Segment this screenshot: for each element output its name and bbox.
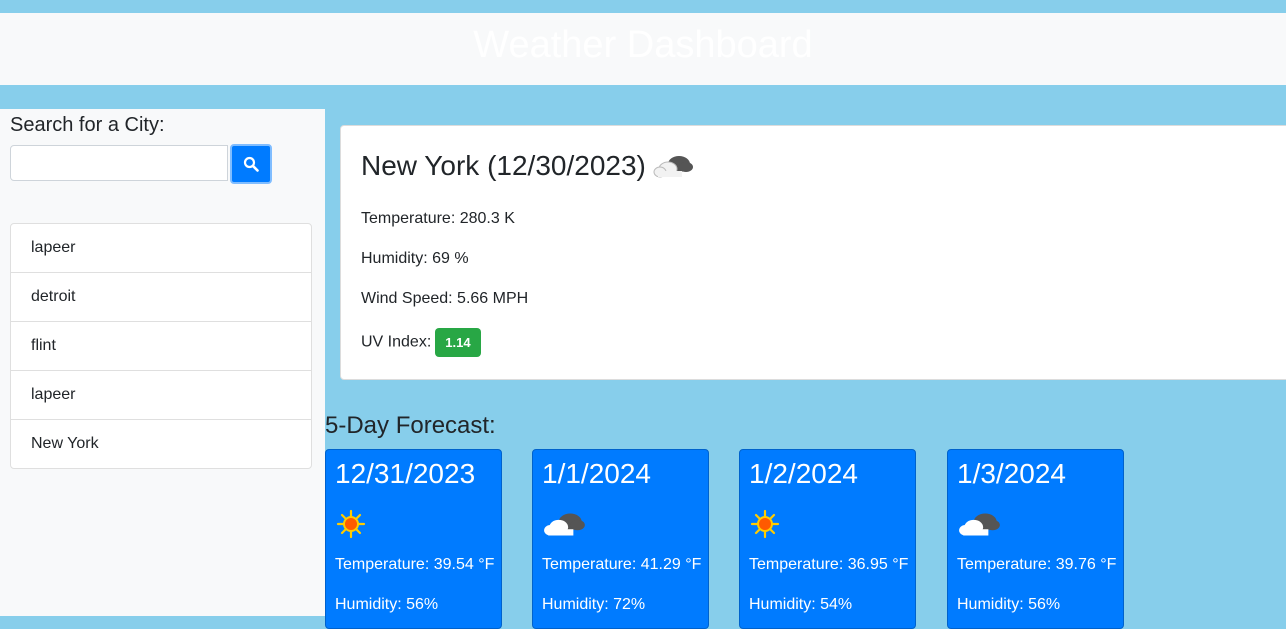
forecast-card: 1/1/2024 Temperature: 41.29 °F Humidity:… <box>532 449 709 629</box>
cloud-icon <box>959 513 1000 536</box>
current-temperature: Temperature: 280.3 K <box>361 210 515 227</box>
sidebar: Search for a City: lapeer detroit flint … <box>0 109 325 616</box>
history-item[interactable]: lapeer <box>11 224 311 273</box>
forecast-date: 12/31/2023 <box>335 458 476 489</box>
search-label: Search for a City: <box>10 114 165 136</box>
forecast-icon-wrap <box>335 508 367 545</box>
current-wind-speed: Wind Speed: 5.66 MPH <box>361 290 529 307</box>
forecast-humidity: Humidity: 54% <box>749 596 853 613</box>
forecast-icon-wrap <box>957 508 1003 545</box>
history-item[interactable]: flint <box>11 322 311 371</box>
cloud-icon <box>653 156 693 178</box>
forecast-card: 12/31/2023 Temperature: 39.54 °F Humidit… <box>325 449 502 629</box>
forecast-humidity: Humidity: 56% <box>335 596 439 613</box>
cloud-icon <box>544 513 585 536</box>
history-item[interactable]: detroit <box>11 273 311 322</box>
current-humidity: Humidity: 69 % <box>361 250 469 267</box>
search-history-list: lapeer detroit flint lapeer New York <box>10 223 312 469</box>
current-city-heading: New York (12/30/2023) <box>361 150 696 182</box>
forecast-date: 1/1/2024 <box>542 458 651 489</box>
forecast-card: 1/3/2024 Temperature: 39.76 °F Humidity:… <box>947 449 1124 629</box>
current-weather-card: New York (12/30/2023) Temperature: 280.3… <box>340 125 1286 380</box>
forecast-date: 1/2/2024 <box>749 458 858 489</box>
forecast-icon-wrap <box>749 508 781 545</box>
forecast-humidity: Humidity: 56% <box>957 596 1061 613</box>
forecast-date: 1/3/2024 <box>957 458 1066 489</box>
search-button[interactable] <box>230 144 272 184</box>
forecast-title: 5-Day Forecast: <box>325 412 496 439</box>
forecast-humidity: Humidity: 72% <box>542 596 646 613</box>
sun-icon <box>750 509 780 539</box>
page-title: Weather Dashboard <box>473 24 813 66</box>
history-item[interactable]: New York <box>11 420 311 468</box>
search-icon <box>243 156 259 172</box>
history-item[interactable]: lapeer <box>11 371 311 420</box>
header-bar: Weather Dashboard <box>0 13 1286 85</box>
forecast-temperature: Temperature: 41.29 °F <box>542 556 702 573</box>
forecast-icon-wrap <box>542 508 588 545</box>
search-input[interactable] <box>10 145 228 181</box>
current-uv-row: UV Index: 1.14 <box>361 328 481 357</box>
forecast-temperature: Temperature: 39.54 °F <box>335 556 495 573</box>
uv-index-badge: 1.14 <box>435 328 481 357</box>
sun-icon <box>336 509 366 539</box>
uv-index-label: UV Index: <box>361 333 432 351</box>
forecast-temperature: Temperature: 39.76 °F <box>957 556 1117 573</box>
forecast-card: 1/2/2024 Temperature: 36.95 °F Humidity:… <box>739 449 916 629</box>
forecast-temperature: Temperature: 36.95 °F <box>749 556 909 573</box>
current-city-title: New York (12/30/2023) <box>361 150 646 181</box>
